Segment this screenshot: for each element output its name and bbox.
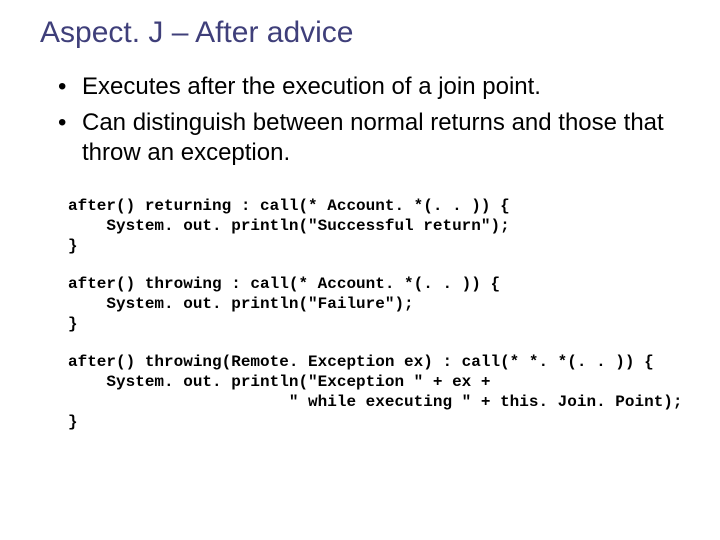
bullet-item: Can distinguish between normal returns a… (58, 108, 688, 168)
bullet-item: Executes after the execution of a join p… (58, 72, 688, 102)
slide: Aspect. J – After advice Executes after … (0, 0, 720, 540)
code-block-throwing-exception: after() throwing(Remote. Exception ex) :… (68, 352, 688, 432)
bullet-list: Executes after the execution of a join p… (40, 72, 688, 168)
slide-title: Aspect. J – After advice (40, 16, 688, 50)
code-block-throwing: after() throwing : call(* Account. *(. .… (68, 274, 688, 334)
code-block-returning: after() returning : call(* Account. *(. … (68, 196, 688, 256)
